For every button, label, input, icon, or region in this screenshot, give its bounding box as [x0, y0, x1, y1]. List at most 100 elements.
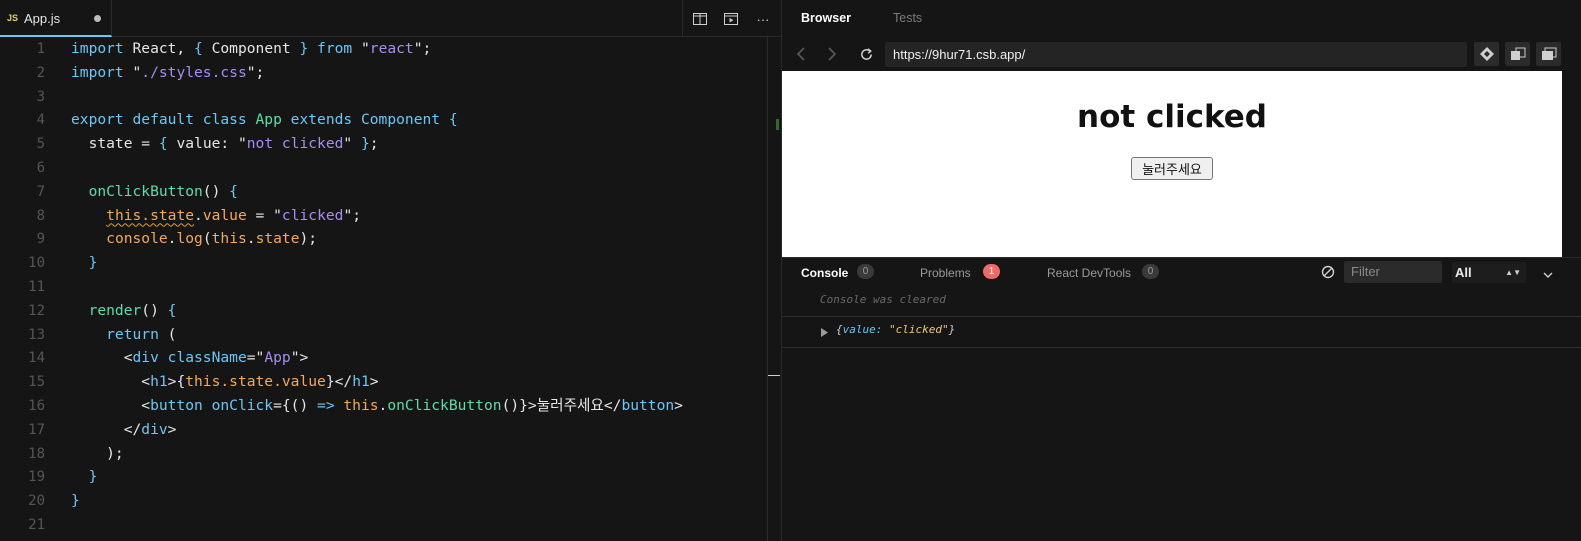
restore-window-icon[interactable] — [1536, 42, 1561, 66]
line-number: 9 — [36, 231, 45, 248]
editor-scrollbar[interactable] — [767, 37, 768, 541]
code-text: ); — [71, 442, 124, 466]
code-line[interactable]: 18 ); — [0, 442, 781, 466]
code-line[interactable]: 1 import React, { Component } from "react… — [0, 37, 781, 61]
open-new-window-icon[interactable] — [1505, 42, 1530, 66]
tab-browser[interactable]: Browser — [801, 11, 851, 25]
collapse-console-icon[interactable] — [1543, 266, 1553, 284]
console-cleared-message: Console was cleared — [820, 293, 946, 306]
code-token: () — [141, 301, 168, 319]
code-token: }</ — [325, 373, 353, 391]
line-number: 6 — [36, 160, 45, 176]
problems-count-badge: 1 — [983, 264, 1000, 279]
devtools-icon[interactable] — [1474, 42, 1499, 66]
code-line[interactable]: 16 <button onClick={() => this.onClickBu… — [0, 394, 781, 418]
code-line[interactable]: 3 — [0, 85, 781, 109]
code-token: state = — [71, 135, 159, 153]
code-token: { — [167, 301, 177, 319]
minimap-marker — [776, 119, 779, 130]
code-token: value: " — [167, 135, 247, 153]
code-line[interactable]: 5 state = { value: "not clicked" }; — [0, 132, 781, 156]
code-line[interactable]: 7 onClickButton() { — [0, 180, 781, 204]
code-token: ); — [299, 230, 318, 248]
code-line[interactable]: 12 render() { — [0, 299, 781, 323]
code-token: Component — [202, 40, 300, 57]
editor-tab-bar: JS App.js ··· — [0, 0, 781, 37]
code-line[interactable]: 10 } — [0, 251, 781, 275]
code-editor-panel: JS App.js ··· 1 import React, { Component… — [0, 0, 781, 541]
code-token: } — [71, 468, 98, 486]
refresh-icon[interactable] — [857, 45, 875, 63]
code-token: </ — [71, 420, 142, 438]
code-token: ={() — [273, 397, 318, 414]
expand-triangle-icon[interactable] — [821, 324, 828, 342]
line-number: 11 — [28, 279, 45, 295]
browser-navigation-bar: https://9hur71.csb.app/ — [782, 37, 1581, 71]
code-token: log — [176, 230, 203, 248]
split-layout-icon[interactable] — [690, 9, 710, 29]
code-line[interactable]: 19 } — [0, 465, 781, 489]
tab-console[interactable]: Console — [801, 266, 848, 280]
code-text: } — [71, 465, 98, 489]
console-filter-input[interactable]: Filter — [1344, 261, 1442, 283]
code-token: =" — [246, 349, 265, 367]
scrollbar-marker — [768, 375, 780, 376]
code-line[interactable]: 15 <h1>{this.state.value}</h1> — [0, 370, 781, 394]
code-token: > — [167, 420, 177, 438]
code-token: import — [71, 40, 124, 57]
clear-console-icon[interactable] — [1321, 265, 1335, 284]
code-token: "; — [343, 206, 362, 224]
console-divider — [782, 347, 1581, 348]
code-line[interactable]: 4 export default class App extends Compon… — [0, 108, 781, 132]
code-token: div — [141, 420, 168, 438]
line-number: 4 — [36, 112, 45, 129]
tab-app-js[interactable]: JS App.js — [0, 0, 112, 37]
code-token: } — [299, 40, 309, 57]
code-text: state = { value: "not clicked" }; — [71, 132, 379, 156]
more-options-icon[interactable]: ··· — [753, 9, 773, 29]
code-token: ./styles.css — [141, 63, 247, 81]
code-token: { — [158, 135, 168, 153]
code-token: { — [229, 182, 238, 200]
code-token: } — [71, 492, 80, 510]
code-text: import "./styles.css"; — [71, 61, 264, 85]
code-text: onClickButton() { — [71, 180, 238, 204]
code-line[interactable]: 17 </div> — [0, 418, 781, 442]
tab-tests[interactable]: Tests — [893, 11, 922, 25]
open-preview-icon[interactable] — [721, 9, 741, 29]
code-token: react — [369, 40, 414, 57]
code-area[interactable]: 1 import React, { Component } from "react… — [0, 37, 781, 541]
code-line[interactable]: 14 <div className="App"> — [0, 346, 781, 370]
code-token: console — [106, 230, 168, 248]
line-number: 20 — [28, 493, 45, 510]
devtools-count-badge: 0 — [1142, 264, 1159, 279]
code-line[interactable]: 20} — [0, 489, 781, 513]
code-line[interactable]: 13 return ( — [0, 323, 781, 347]
press-button[interactable]: 눌러주세요 — [1131, 157, 1213, 180]
back-icon[interactable] — [792, 45, 810, 63]
code-token: onClickButton — [71, 182, 203, 200]
code-token: "; — [413, 40, 432, 57]
code-line[interactable]: 6 — [0, 156, 781, 180]
code-token: render — [71, 301, 142, 319]
code-token: ( — [202, 230, 212, 248]
code-line[interactable]: 2 import "./styles.css"; — [0, 61, 781, 85]
console-log-entry[interactable]: {value: "clicked"} — [836, 323, 955, 336]
line-number: 7 — [36, 183, 45, 200]
code-token: button — [150, 397, 203, 414]
code-line[interactable]: 9 console.log(this.state); — [0, 227, 781, 251]
code-token: div — [132, 349, 159, 367]
code-token: clicked — [281, 206, 344, 224]
code-token: this.state — [106, 206, 195, 224]
log-level-select[interactable]: All ▲▼ — [1452, 262, 1526, 283]
code-text: export default class App extends Compone… — [71, 108, 458, 132]
forward-icon[interactable] — [823, 45, 841, 63]
tab-problems[interactable]: Problems — [920, 266, 971, 280]
code-line[interactable]: 11 — [0, 275, 781, 299]
code-text: <div className="App"> — [71, 346, 309, 370]
url-input[interactable]: https://9hur71.csb.app/ — [885, 42, 1467, 67]
code-line[interactable]: 21 — [0, 513, 781, 537]
tab-react-devtools[interactable]: React DevTools — [1047, 266, 1131, 280]
code-line[interactable]: 8 this.state.value = "clicked"; — [0, 204, 781, 228]
